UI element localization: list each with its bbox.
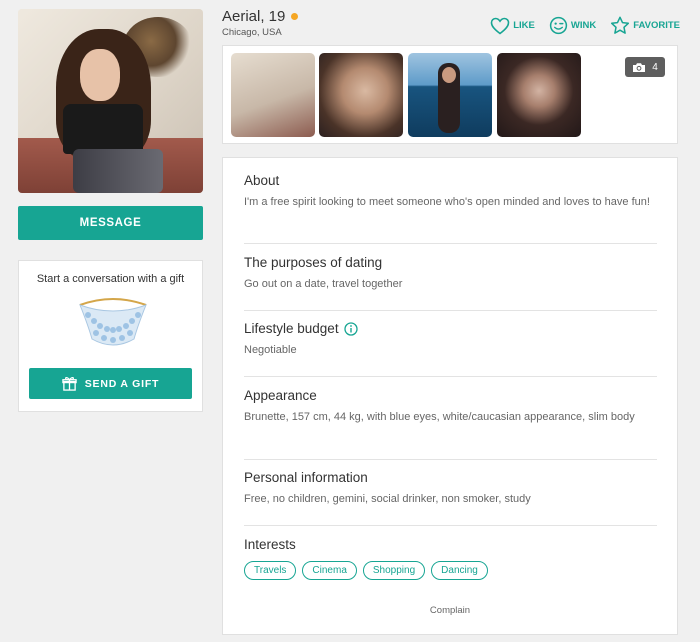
interest-tag[interactable]: Shopping [362, 561, 426, 580]
divider [244, 243, 657, 244]
like-button[interactable]: LIKE [490, 17, 535, 35]
personal-text: Free, no children, gemini, social drinke… [244, 493, 531, 505]
profile-info-panel: About I'm a free spirit looking to meet … [222, 157, 678, 635]
divider [244, 310, 657, 311]
divider [244, 459, 657, 460]
photo-thumbnail[interactable] [319, 53, 403, 137]
photo-face [80, 49, 120, 101]
appearance-title: Appearance [244, 388, 317, 403]
photo-gallery: 4 [222, 45, 678, 144]
like-label: LIKE [513, 20, 535, 31]
send-gift-label: SEND A GIFT [84, 377, 160, 390]
necklace-gift-image [79, 298, 147, 346]
about-title: About [244, 173, 280, 188]
favorite-button[interactable]: FAVORITE [610, 16, 680, 35]
photo-thumbnail[interactable] [231, 53, 315, 137]
info-icon[interactable] [343, 321, 358, 336]
budget-header: Lifestyle budget [244, 321, 657, 336]
favorite-label: FAVORITE [633, 20, 680, 31]
profile-name-age: Aerial, 19 [222, 8, 286, 25]
budget-text: Negotiable [244, 344, 297, 356]
heart-icon [490, 17, 510, 35]
gift-icon [62, 376, 77, 391]
star-icon [611, 16, 630, 34]
profile-actions: LIKE WINK FAVORITE [490, 16, 680, 35]
photo-count-badge[interactable]: 4 [625, 57, 665, 77]
gift-caption: Start a conversation with a gift [36, 273, 185, 285]
photo-face [442, 67, 456, 83]
personal-title: Personal information [244, 470, 368, 485]
purposes-text: Go out on a date, travel together [244, 278, 403, 290]
interest-tags: Travels Cinema Shopping Dancing [244, 561, 657, 580]
complain-link[interactable]: Complain [223, 605, 677, 616]
interest-tag[interactable]: Dancing [431, 561, 488, 580]
photo-legs [73, 149, 163, 193]
photo-count: 4 [652, 61, 658, 73]
profile-header: Aerial, 19 [222, 8, 299, 25]
photo-thumbnail[interactable] [497, 53, 581, 137]
interest-tag[interactable]: Cinema [302, 561, 357, 580]
interests-title: Interests [244, 537, 296, 552]
divider [244, 525, 657, 526]
wink-label: WINK [570, 20, 597, 31]
photo-thumbnail[interactable] [408, 53, 492, 137]
about-text: I'm a free spirit looking to meet someon… [244, 196, 650, 208]
interest-tag[interactable]: Travels [244, 561, 297, 580]
online-status-dot [291, 13, 299, 20]
appearance-text: Brunette, 157 cm, 44 kg, with blue eyes,… [244, 411, 635, 423]
divider [244, 376, 657, 377]
about-section: About I'm a free spirit looking to meet … [244, 173, 657, 210]
appearance-section: Appearance Brunette, 157 cm, 44 kg, with… [244, 388, 657, 425]
camera-icon [633, 62, 646, 72]
wink-face-icon [549, 16, 568, 35]
message-button[interactable]: MESSAGE [18, 206, 203, 240]
purposes-section: The purposes of dating Go out on a date,… [244, 255, 657, 292]
send-gift-button[interactable]: SEND A GIFT [29, 368, 192, 399]
profile-main-photo[interactable] [18, 9, 203, 193]
budget-title: Lifestyle budget [244, 321, 339, 336]
profile-location: Chicago, USA [222, 27, 282, 38]
purposes-title: The purposes of dating [244, 255, 383, 270]
personal-section: Personal information Free, no children, … [244, 470, 657, 507]
budget-section: Lifestyle budget Negotiable [244, 321, 657, 358]
gift-panel: Start a conversation with a gift SEND A … [18, 260, 203, 412]
wink-button[interactable]: WINK [549, 16, 596, 35]
interests-section: Interests Travels Cinema Shopping Dancin… [244, 537, 657, 580]
photo-top [63, 104, 143, 154]
